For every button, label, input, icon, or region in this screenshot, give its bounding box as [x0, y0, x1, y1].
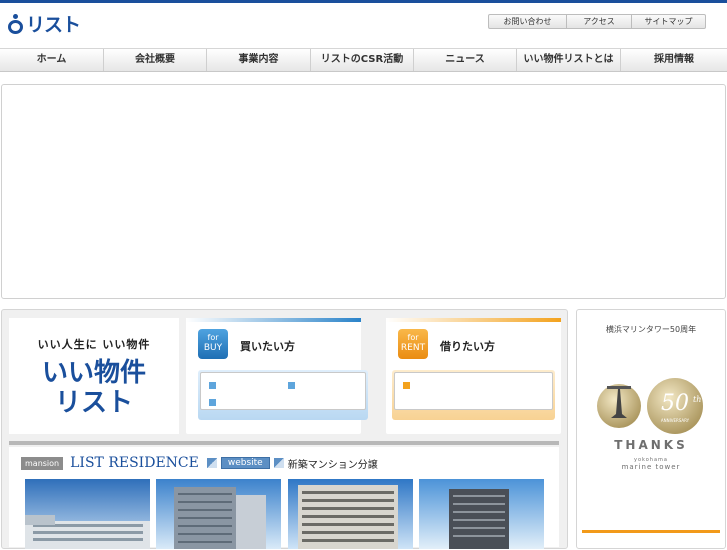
buy-link-bullet-icon[interactable]: [209, 399, 216, 406]
brand-name-line2: リスト: [54, 388, 133, 418]
utility-link-access[interactable]: アクセス: [567, 15, 632, 28]
svg-text:50: 50: [661, 391, 689, 416]
nav-item-csr[interactable]: リストのCSR活動: [311, 49, 414, 71]
logo-text: リスト: [26, 14, 81, 36]
marine-tower-label: marine tower: [621, 463, 681, 471]
rent-card-title: 借りたい方: [440, 340, 495, 353]
nav-item-recruit[interactable]: 採用情報: [621, 49, 727, 71]
residence-category-label: mansion: [21, 456, 64, 470]
rent-link-bullet-icon[interactable]: [403, 382, 410, 389]
residence-photo[interactable]: [419, 479, 544, 549]
arrow-icon: [273, 458, 284, 468]
residence-divider: [9, 441, 559, 445]
buy-links-list: [200, 372, 366, 410]
svg-text:ANNIVERSARY: ANNIVERSARY: [661, 418, 690, 423]
residence-subtitle[interactable]: 新築マンション分譲: [288, 456, 378, 471]
brand-name-line1: いい物件: [41, 358, 146, 388]
rent-links-list: [394, 372, 553, 410]
buy-link-bullet-icon[interactable]: [288, 382, 295, 389]
rent-links-panel: [392, 370, 555, 420]
buy-link-bullet-icon[interactable]: [209, 382, 216, 389]
logo-mark-icon: [8, 13, 23, 34]
buy-card-accent-bar: [186, 318, 361, 322]
thanks-text: THANKS: [614, 438, 688, 452]
residence-photo[interactable]: [288, 479, 413, 549]
nav-item-about-list[interactable]: いい物件リストとは: [517, 49, 621, 71]
sidebar-orange-accent: [582, 530, 720, 550]
residence-photo[interactable]: [156, 479, 281, 549]
residence-photo[interactable]: [25, 479, 150, 549]
residence-header: mansion LIST RESIDENCE website 新築マンション分譲: [21, 455, 378, 471]
buy-links-panel: [198, 370, 368, 420]
rent-card[interactable]: for RENT 借りたい方: [386, 318, 561, 434]
marine-tower-text: yokohama marine tower: [577, 457, 725, 471]
marine-tower-50th-logo-icon: 50 th ANNIVERSARY: [597, 378, 703, 434]
utility-link-contact[interactable]: お問い合わせ: [489, 15, 567, 28]
rent-badge: for RENT: [398, 329, 428, 359]
brand-tagline: いい人生に いい物件: [37, 338, 151, 351]
global-nav: ホーム 会社概要 事業内容 リストのCSR活動 ニュース いい物件リストとは 採…: [0, 48, 727, 72]
nav-item-home[interactable]: ホーム: [0, 49, 104, 71]
utility-nav: お問い合わせ アクセス サイトマップ: [488, 14, 706, 29]
hero-banner-area: [1, 84, 726, 299]
buy-card[interactable]: for BUY 買いたい方: [186, 318, 368, 434]
top-accent-line: [0, 0, 727, 3]
rent-card-accent-bar: [386, 318, 561, 322]
nav-item-business[interactable]: 事業内容: [207, 49, 311, 71]
residence-website-button[interactable]: website: [220, 457, 270, 469]
sidebar-title: 横浜マリンタワー50周年: [605, 325, 697, 334]
brand-block[interactable]: いい人生に いい物件 いい物件 リスト: [9, 318, 179, 434]
buy-card-title: 買いたい方: [240, 340, 295, 353]
nav-item-company[interactable]: 会社概要: [104, 49, 207, 71]
site-logo[interactable]: リスト: [8, 10, 81, 37]
arrow-icon: [206, 458, 217, 468]
nav-item-news[interactable]: ニュース: [414, 49, 517, 71]
utility-link-sitemap[interactable]: サイトマップ: [632, 15, 705, 28]
residence-title[interactable]: LIST RESIDENCE: [70, 455, 199, 471]
sidebar-banner[interactable]: 横浜マリンタワー50周年 50 th ANNIVERSARY THANKS yo…: [576, 309, 726, 549]
svg-text:th: th: [693, 395, 701, 404]
buy-badge: for BUY: [198, 329, 228, 359]
